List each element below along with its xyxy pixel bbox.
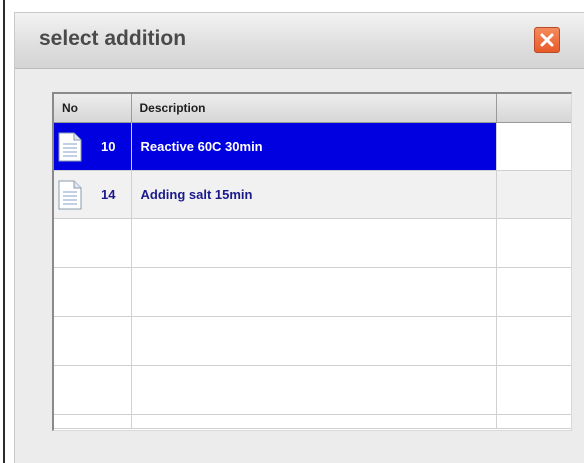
row-description: Reactive 60C 30min xyxy=(140,138,263,154)
cell-no[interactable]: 10 xyxy=(54,122,132,171)
cell-extra[interactable] xyxy=(496,170,571,219)
close-icon xyxy=(540,33,554,47)
document-icon xyxy=(58,132,82,161)
close-button[interactable] xyxy=(534,27,560,53)
row-number: 14 xyxy=(101,186,116,202)
table-row[interactable]: 10 Reactive 60C 30min xyxy=(54,122,571,171)
empty-row xyxy=(54,414,571,429)
cell-description[interactable]: Reactive 60C 30min xyxy=(131,122,497,171)
empty-row xyxy=(54,267,571,317)
cell-no[interactable]: 14 xyxy=(54,170,132,219)
cell-description[interactable]: Adding salt 15min xyxy=(131,170,497,219)
dialog-title: select addition xyxy=(39,27,187,50)
table-row[interactable]: 14 Adding salt 15min xyxy=(54,170,571,219)
table-header-row: No Description xyxy=(54,94,571,123)
additions-table[interactable]: No Description 10 Reactive 60C 30min 14 … xyxy=(52,92,572,431)
column-header-extra[interactable] xyxy=(496,94,571,123)
row-number: 10 xyxy=(101,138,116,154)
empty-row xyxy=(54,218,571,268)
row-description: Adding salt 15min xyxy=(140,186,253,202)
cell-extra[interactable] xyxy=(496,122,571,171)
document-icon xyxy=(58,180,82,209)
empty-row xyxy=(54,316,571,366)
select-addition-dialog: select addition No Description 10 Reacti… xyxy=(14,12,584,463)
window-edge xyxy=(3,0,5,463)
column-header-no[interactable]: No xyxy=(54,94,132,123)
title-bar[interactable]: select addition xyxy=(15,13,584,69)
empty-row xyxy=(54,365,571,415)
column-header-description[interactable]: Description xyxy=(131,94,497,123)
